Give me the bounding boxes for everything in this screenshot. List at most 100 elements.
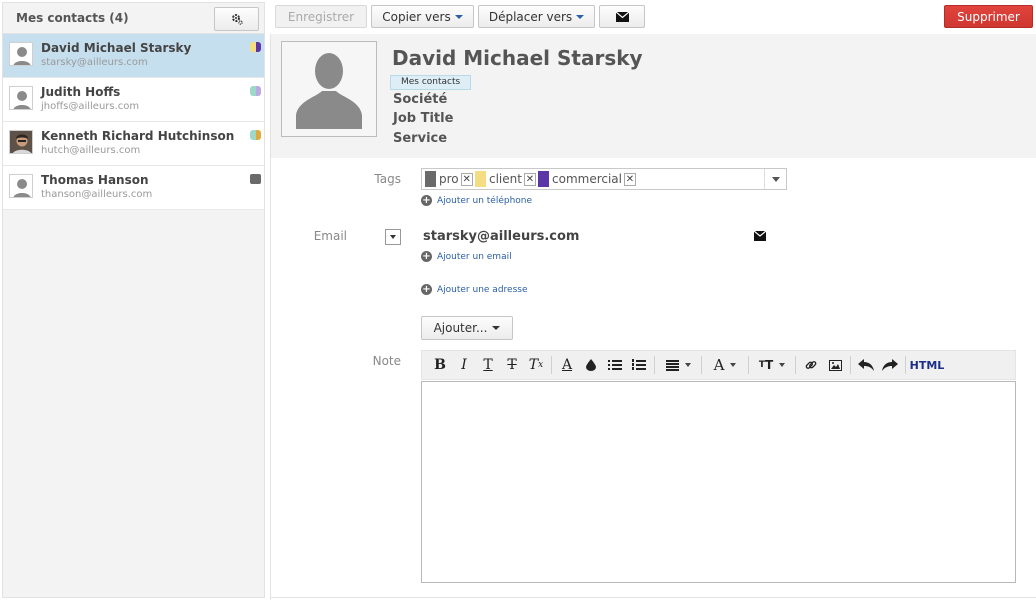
tag-chip: pro ✕ <box>425 171 473 187</box>
move-to-label: Déplacer vers <box>488 9 573 24</box>
tag-color-marker <box>250 86 261 96</box>
job-title-field[interactable]: Job Title <box>393 111 453 126</box>
image-icon[interactable] <box>823 353 847 377</box>
avatar <box>9 42 33 66</box>
chevron-down-icon <box>684 363 691 367</box>
contact-name: Kenneth Richard Hutchinson <box>41 129 235 143</box>
contact-name: Judith Hoffs <box>41 85 121 99</box>
note-editor-area[interactable] <box>421 381 1016 583</box>
plus-circle-icon: + <box>421 284 432 295</box>
add-field-button[interactable]: Ajouter... <box>421 316 513 340</box>
move-to-button[interactable]: Déplacer vers <box>478 5 595 28</box>
align-icon[interactable] <box>658 353 698 377</box>
envelope-icon[interactable] <box>754 231 766 241</box>
envelope-icon <box>615 11 629 22</box>
add-field-label: Ajouter... <box>433 321 488 335</box>
underline-icon[interactable]: T <box>476 353 500 377</box>
contact-name: Thomas Hanson <box>41 173 149 187</box>
tag-color-marker <box>250 174 261 184</box>
chevron-down-icon <box>779 363 786 367</box>
contact-list-item[interactable]: Kenneth Richard Hutchinson hutch@ailleur… <box>3 122 264 166</box>
bullet-list-icon[interactable] <box>603 353 627 377</box>
note-editor-toolbar: B I T T Tx A A TT HTML <box>421 350 1016 380</box>
department-field[interactable]: Service <box>393 131 447 146</box>
company-field[interactable]: Société <box>393 92 447 107</box>
divider <box>271 597 1036 598</box>
tag-label: pro <box>439 172 459 186</box>
add-phone-label: Ajouter un téléphone <box>437 195 533 206</box>
copy-to-button[interactable]: Copier vers <box>371 5 474 28</box>
toolbar-separator <box>551 356 552 374</box>
contact-display-name[interactable]: David Michael Starsky <box>392 46 643 70</box>
chevron-down-icon <box>454 14 463 19</box>
toolbar-separator <box>748 356 749 374</box>
undo-icon[interactable] <box>854 353 878 377</box>
remove-tag-icon[interactable]: ✕ <box>523 172 536 186</box>
redo-icon[interactable] <box>878 353 902 377</box>
plus-circle-icon: + <box>421 251 432 262</box>
settings-button[interactable] <box>214 7 259 31</box>
chevron-down-icon <box>492 326 501 330</box>
plus-circle-icon: + <box>421 195 432 206</box>
contact-email: hutch@ailleurs.com <box>41 145 141 156</box>
clear-format-icon[interactable]: Tx <box>524 353 548 377</box>
chevron-down-icon <box>771 176 780 182</box>
tag-label: client <box>489 172 522 186</box>
save-label: Enregistrer <box>287 9 355 24</box>
tags-input[interactable]: pro ✕ client ✕ commercial ✕ <box>421 168 787 190</box>
toolbar-separator <box>701 356 702 374</box>
link-icon[interactable] <box>799 353 823 377</box>
delete-label: Supprimer <box>957 9 1020 24</box>
numbered-list-icon[interactable] <box>627 353 651 377</box>
tag-color-marker <box>250 42 261 52</box>
save-button[interactable]: Enregistrer <box>275 5 367 28</box>
avatar <box>9 86 33 110</box>
toolbar-separator <box>795 356 796 374</box>
strikethrough-icon[interactable]: T <box>500 353 524 377</box>
add-address-link[interactable]: + Ajouter une adresse <box>421 284 527 295</box>
note-label: Note <box>372 354 401 368</box>
font-size-icon[interactable]: TT <box>752 353 792 377</box>
contact-detail: David Michael Starsky Mes contacts Socié… <box>270 34 1036 600</box>
add-email-label: Ajouter un email <box>437 251 512 262</box>
delete-button[interactable]: Supprimer <box>944 5 1033 28</box>
contact-list-item[interactable]: Judith Hoffs jhoffs@ailleurs.com <box>3 78 264 122</box>
tags-dropdown-toggle[interactable] <box>764 169 786 189</box>
email-value[interactable]: starsky@ailleurs.com <box>423 229 579 244</box>
contact-photo[interactable] <box>281 41 377 137</box>
chevron-down-icon <box>730 363 737 367</box>
tag-chip: commercial ✕ <box>538 171 636 187</box>
avatar-photo <box>9 130 33 154</box>
contact-email: starsky@ailleurs.com <box>41 57 148 68</box>
add-phone-link[interactable]: + Ajouter un téléphone <box>421 195 532 206</box>
gear-icon <box>231 14 243 25</box>
tag-color-swatch <box>538 171 549 187</box>
tag-chip: client ✕ <box>475 171 536 187</box>
tag-color-swatch <box>425 171 436 187</box>
italic-icon[interactable]: I <box>452 353 476 377</box>
tag-color-swatch <box>475 171 486 187</box>
remove-tag-icon[interactable]: ✕ <box>624 172 636 186</box>
sidebar-title: Mes contacts (4) <box>16 11 129 25</box>
contact-email: jhoffs@ailleurs.com <box>41 101 140 112</box>
copy-to-label: Copier vers <box>382 9 451 24</box>
remove-tag-icon[interactable]: ✕ <box>460 172 473 186</box>
email-type-select[interactable] <box>385 229 401 245</box>
send-email-button[interactable] <box>599 5 645 28</box>
contact-list: David Michael Starsky starsky@ailleurs.c… <box>3 34 264 210</box>
bold-icon[interactable]: B <box>428 353 452 377</box>
font-family-icon[interactable]: A <box>705 353 745 377</box>
chevron-down-icon <box>576 14 585 19</box>
add-email-link[interactable]: + Ajouter un email <box>421 251 512 262</box>
contact-name: David Michael Starsky <box>41 41 192 55</box>
group-badge: Mes contacts <box>390 75 472 90</box>
contact-list-item[interactable]: David Michael Starsky starsky@ailleurs.c… <box>3 34 264 78</box>
background-color-icon[interactable] <box>579 353 603 377</box>
contacts-sidebar: Mes contacts (4) David Michael Starsky s… <box>2 2 265 598</box>
contact-toolbar: Enregistrer Copier vers Déplacer vers Su… <box>270 0 1036 34</box>
toolbar-separator <box>850 356 851 374</box>
html-source-button[interactable]: HTML <box>909 353 945 377</box>
text-color-icon[interactable]: A <box>555 353 579 377</box>
contact-list-item[interactable]: Thomas Hanson thanson@ailleurs.com <box>3 166 264 210</box>
tags-label: Tags <box>374 172 401 186</box>
